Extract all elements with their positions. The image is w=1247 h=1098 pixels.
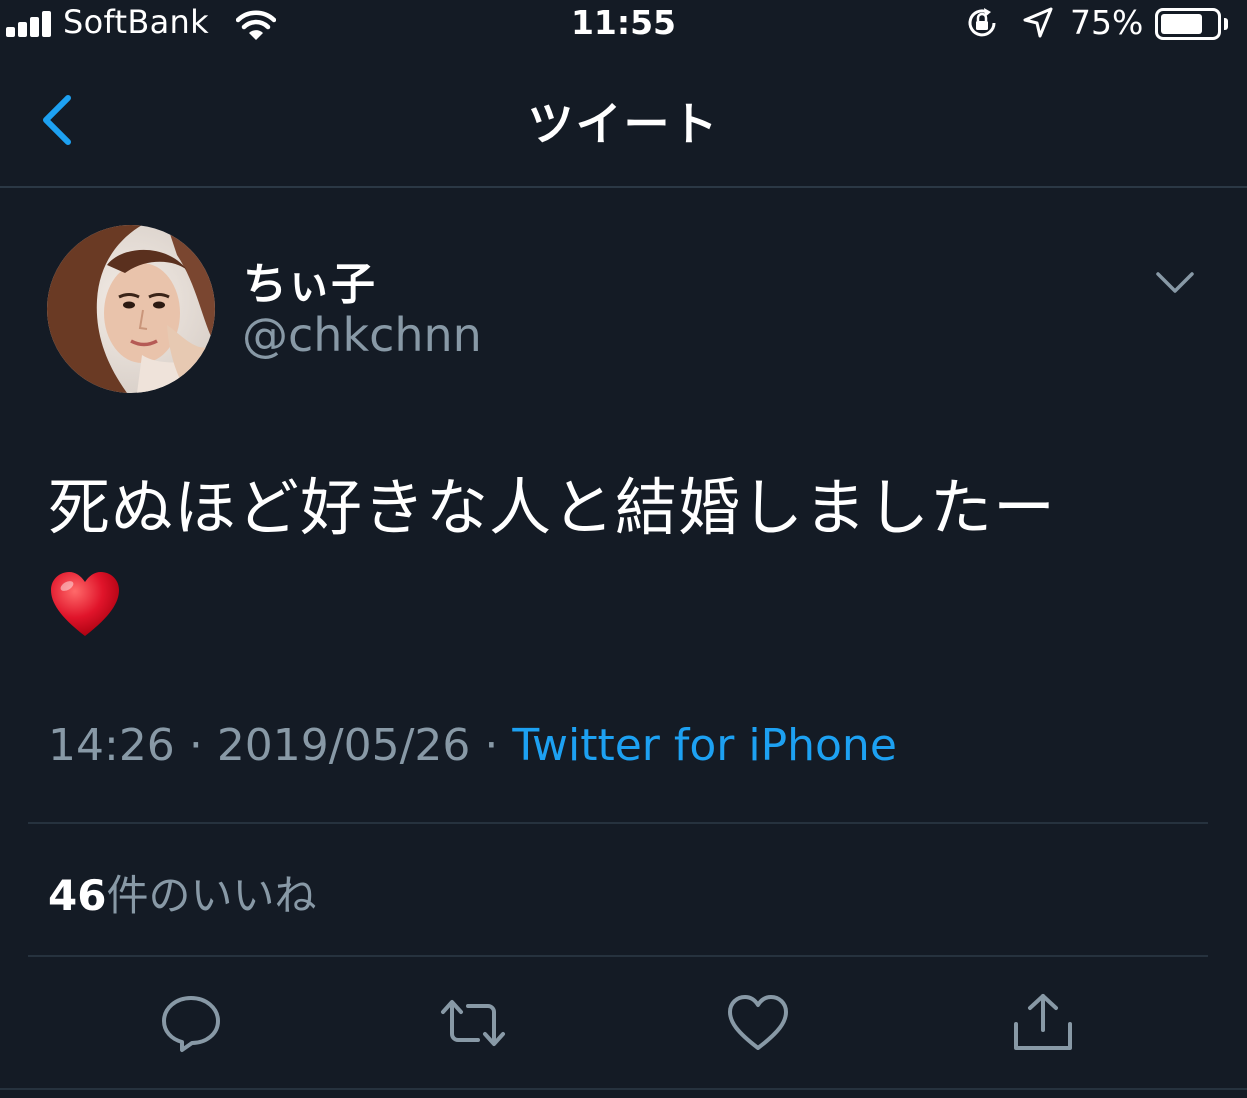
- battery-percent: 75%: [1070, 3, 1144, 42]
- meta-separator: ·: [188, 720, 203, 771]
- page-title: ツイート: [527, 97, 720, 151]
- tweet-meta: 14:26 · 2019/05/26 · Twitter for iPhone: [48, 720, 897, 771]
- divider: [28, 955, 1208, 957]
- display-name[interactable]: ちぃ子: [243, 248, 375, 312]
- avatar-image: [47, 225, 215, 393]
- battery-cap: [1224, 18, 1228, 30]
- rotation-lock-icon: [968, 8, 996, 37]
- avatar[interactable]: [47, 225, 215, 393]
- status-bar: SoftBank 11:55 75%: [0, 0, 1247, 50]
- divider: [28, 822, 1208, 824]
- tweet-time: 14:26: [48, 720, 175, 771]
- meta-separator: ·: [484, 720, 499, 771]
- share-icon[interactable]: [1010, 990, 1076, 1056]
- tweet-date: 2019/05/26: [216, 720, 471, 771]
- tweet-text: 死ぬほど好きな人と結婚しましたー: [48, 471, 1057, 544]
- nav-bar: ツイート: [0, 50, 1247, 188]
- chevron-down-icon[interactable]: [1152, 266, 1198, 300]
- tweet-source-link[interactable]: Twitter for iPhone: [512, 720, 896, 771]
- battery-level: [1161, 14, 1202, 34]
- likes-number: 46: [48, 871, 107, 920]
- user-handle[interactable]: @chkchnn: [242, 308, 482, 362]
- status-time: 11:55: [570, 3, 677, 42]
- retweet-icon[interactable]: [440, 990, 506, 1056]
- bottom-divider: [0, 1088, 1247, 1090]
- location-icon: [1023, 7, 1053, 38]
- like-icon[interactable]: [725, 990, 791, 1056]
- reply-icon[interactable]: [158, 990, 224, 1056]
- likes-count[interactable]: 46件のいいね: [48, 862, 316, 923]
- likes-label: 件のいいね: [106, 871, 317, 920]
- red-heart-emoji: [51, 572, 119, 636]
- battery-icon: [1155, 8, 1221, 40]
